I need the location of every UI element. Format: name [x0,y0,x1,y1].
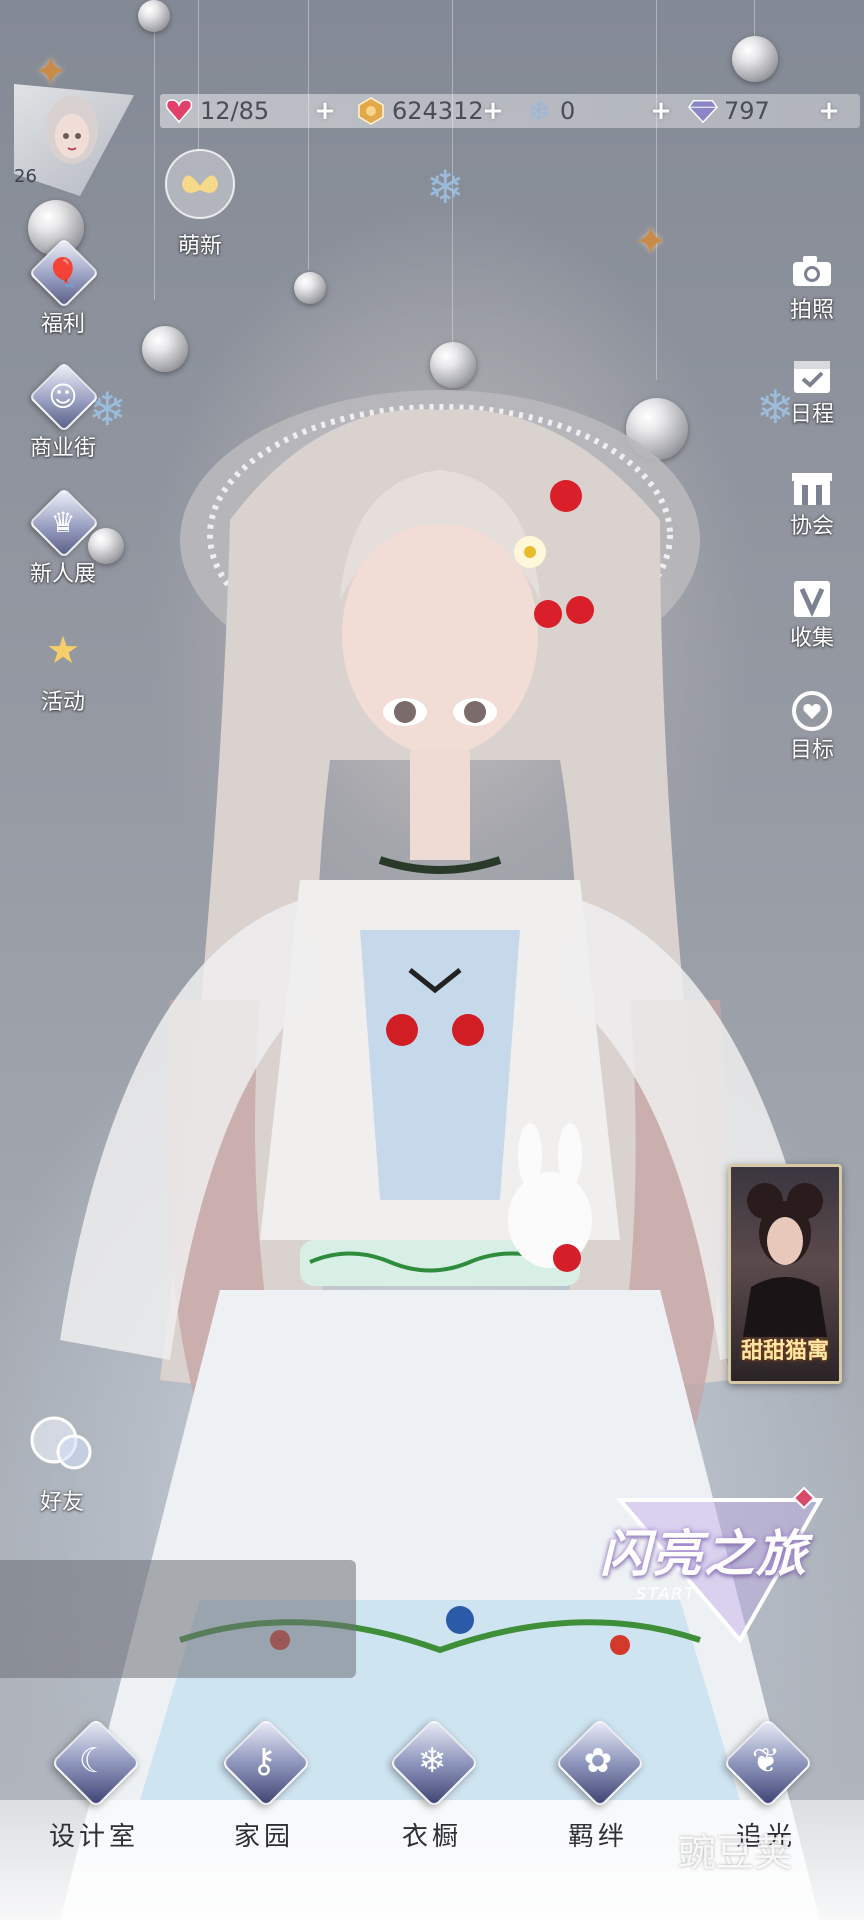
nav-wardrobe-label: 衣橱 [401,1822,462,1852]
event-character-portrait [743,1183,827,1337]
snowflake-value: 0 [560,97,576,125]
add-snowflake-button[interactable]: + [648,98,674,124]
schedule-button[interactable]: 日程 [772,354,852,428]
resource-stamina: 12/85 [164,94,269,128]
events-button[interactable]: ★ 活动 [8,618,118,716]
key-icon: ⚷ [220,1717,312,1809]
association-label: 协会 [789,514,834,539]
butterfly-icon: ❦ [722,1717,814,1809]
gold-value: 624312 [392,97,484,125]
shining-journey-button[interactable]: 闪亮之旅 START [590,1480,830,1650]
photo-button[interactable]: 拍照 [772,250,852,324]
collection-button[interactable]: 收集 [772,578,852,652]
collection-label: 收集 [789,626,834,651]
nav-home[interactable]: ⚷ 家园 [204,1717,324,1853]
heart-gem-icon [164,96,194,126]
newbie-label: 萌新 [177,234,222,259]
snow-gem-icon: ❄ [388,1717,480,1809]
stars-icon: ★ [45,628,81,672]
butterfly-bubble-icon [165,149,235,219]
association-button[interactable]: 协会 [772,466,852,540]
event-banner-card[interactable]: 甜甜猫寓 [728,1164,842,1384]
player-level: 26 [14,166,37,187]
event-caption: 甜甜猫寓 [740,1339,829,1364]
camera-icon [789,250,835,292]
newbie-button[interactable]: 萌新 [158,146,242,260]
welfare-label: 福利 [40,312,85,337]
photo-label: 拍照 [789,298,834,323]
watermark: 豌豆荚 [678,1831,793,1875]
shopping-street-button[interactable]: ☺ 商业街 [8,361,118,462]
newcomer-show-label: 新人展 [29,562,96,587]
friends-button[interactable]: 好友 [22,1408,102,1516]
nav-home-label: 家园 [233,1822,294,1852]
goals-label: 目标 [789,738,834,763]
diamond-icon [688,96,718,126]
stamina-value: 12/85 [200,97,270,125]
friends-bubbles-icon [30,1416,92,1470]
v-collection-icon [789,578,835,620]
crown-stage-icon: ♛ [28,487,100,559]
welfare-button[interactable]: 🎈 福利 [8,237,118,338]
gold-coin-icon [356,96,386,126]
resource-gold: 624312 [356,94,484,128]
add-diamond-button[interactable]: + [816,98,842,124]
diamond-value: 797 [724,97,770,125]
shopping-street-label: 商业街 [29,436,96,461]
journey-title: 闪亮之旅 [600,1525,808,1583]
moon-icon: ☾ [50,1717,142,1809]
snowflake-crystal-icon: ❄ [527,94,551,128]
add-gold-button[interactable]: + [480,98,506,124]
building-icon [789,466,835,508]
resource-diamond: 797 [688,94,770,128]
target-heart-icon [789,690,835,732]
avatar-portrait [46,96,98,164]
nav-bond[interactable]: ✿ 羁绊 [538,1717,658,1853]
goals-button[interactable]: 目标 [772,690,852,764]
friends-label: 好友 [39,1490,84,1515]
nav-bond-label: 羁绊 [567,1822,628,1852]
chat-panel[interactable] [0,1560,356,1678]
shopping-bag-icon: ☺ [28,361,100,433]
hot-air-balloon-icon: 🎈 [28,237,100,309]
schedule-label: 日程 [789,402,834,427]
add-stamina-button[interactable]: + [312,98,338,124]
events-label: 活动 [40,690,85,715]
resource-snowflake: ❄ 0 [524,94,575,128]
nav-design-studio-label: 设计室 [48,1822,139,1852]
clover-icon: ✿ [554,1717,646,1809]
nav-wardrobe[interactable]: ❄ 衣橱 [372,1717,492,1853]
nav-design-studio[interactable]: ☾ 设计室 [34,1717,154,1853]
calendar-check-icon [789,354,835,396]
newcomer-show-button[interactable]: ♛ 新人展 [8,487,118,588]
journey-start-label: START [636,1584,697,1603]
